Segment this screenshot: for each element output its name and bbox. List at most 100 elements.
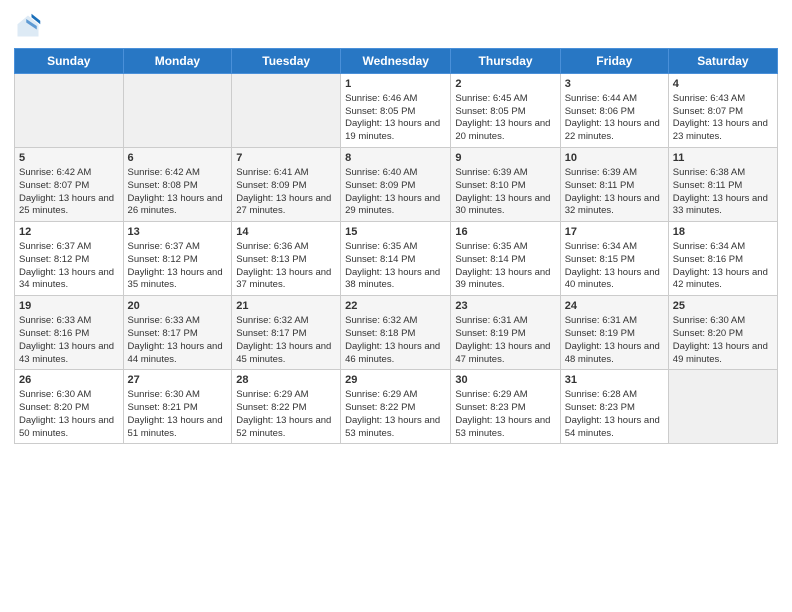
day-info: Sunrise: 6:30 AM Sunset: 8:20 PM Dayligh… (673, 315, 768, 364)
calendar-cell (668, 370, 777, 444)
calendar-cell: 25Sunrise: 6:30 AM Sunset: 8:20 PM Dayli… (668, 296, 777, 370)
header (14, 12, 778, 40)
calendar-cell (232, 74, 341, 148)
day-number: 4 (673, 77, 773, 92)
day-number: 15 (345, 225, 446, 240)
day-info: Sunrise: 6:29 AM Sunset: 8:22 PM Dayligh… (236, 389, 331, 438)
calendar-cell: 16Sunrise: 6:35 AM Sunset: 8:14 PM Dayli… (451, 222, 560, 296)
calendar-cell: 10Sunrise: 6:39 AM Sunset: 8:11 PM Dayli… (560, 148, 668, 222)
day-info: Sunrise: 6:28 AM Sunset: 8:23 PM Dayligh… (565, 389, 660, 438)
day-number: 9 (455, 151, 555, 166)
day-info: Sunrise: 6:41 AM Sunset: 8:09 PM Dayligh… (236, 167, 331, 216)
day-number: 23 (455, 299, 555, 314)
calendar-cell: 7Sunrise: 6:41 AM Sunset: 8:09 PM Daylig… (232, 148, 341, 222)
day-number: 13 (128, 225, 228, 240)
logo-icon (14, 12, 42, 40)
day-info: Sunrise: 6:34 AM Sunset: 8:16 PM Dayligh… (673, 241, 768, 290)
day-number: 27 (128, 373, 228, 388)
day-info: Sunrise: 6:32 AM Sunset: 8:17 PM Dayligh… (236, 315, 331, 364)
calendar-row-2: 12Sunrise: 6:37 AM Sunset: 8:12 PM Dayli… (15, 222, 778, 296)
day-info: Sunrise: 6:39 AM Sunset: 8:11 PM Dayligh… (565, 167, 660, 216)
calendar-cell: 6Sunrise: 6:42 AM Sunset: 8:08 PM Daylig… (123, 148, 232, 222)
day-number: 1 (345, 77, 446, 92)
day-number: 8 (345, 151, 446, 166)
day-info: Sunrise: 6:31 AM Sunset: 8:19 PM Dayligh… (565, 315, 660, 364)
calendar-cell: 22Sunrise: 6:32 AM Sunset: 8:18 PM Dayli… (341, 296, 451, 370)
day-info: Sunrise: 6:32 AM Sunset: 8:18 PM Dayligh… (345, 315, 440, 364)
calendar-cell: 31Sunrise: 6:28 AM Sunset: 8:23 PM Dayli… (560, 370, 668, 444)
calendar-cell (123, 74, 232, 148)
day-info: Sunrise: 6:46 AM Sunset: 8:05 PM Dayligh… (345, 93, 440, 142)
calendar-cell: 23Sunrise: 6:31 AM Sunset: 8:19 PM Dayli… (451, 296, 560, 370)
day-number: 20 (128, 299, 228, 314)
weekday-friday: Friday (560, 49, 668, 74)
day-number: 26 (19, 373, 119, 388)
day-info: Sunrise: 6:39 AM Sunset: 8:10 PM Dayligh… (455, 167, 550, 216)
day-number: 5 (19, 151, 119, 166)
day-info: Sunrise: 6:42 AM Sunset: 8:08 PM Dayligh… (128, 167, 223, 216)
day-info: Sunrise: 6:38 AM Sunset: 8:11 PM Dayligh… (673, 167, 768, 216)
day-number: 10 (565, 151, 664, 166)
day-number: 21 (236, 299, 336, 314)
calendar-row-1: 5Sunrise: 6:42 AM Sunset: 8:07 PM Daylig… (15, 148, 778, 222)
weekday-wednesday: Wednesday (341, 49, 451, 74)
day-info: Sunrise: 6:30 AM Sunset: 8:21 PM Dayligh… (128, 389, 223, 438)
day-number: 6 (128, 151, 228, 166)
day-number: 18 (673, 225, 773, 240)
day-info: Sunrise: 6:33 AM Sunset: 8:17 PM Dayligh… (128, 315, 223, 364)
calendar-cell: 28Sunrise: 6:29 AM Sunset: 8:22 PM Dayli… (232, 370, 341, 444)
calendar-cell: 13Sunrise: 6:37 AM Sunset: 8:12 PM Dayli… (123, 222, 232, 296)
calendar-cell: 14Sunrise: 6:36 AM Sunset: 8:13 PM Dayli… (232, 222, 341, 296)
day-number: 25 (673, 299, 773, 314)
page: SundayMondayTuesdayWednesdayThursdayFrid… (0, 0, 792, 612)
weekday-sunday: Sunday (15, 49, 124, 74)
day-info: Sunrise: 6:44 AM Sunset: 8:06 PM Dayligh… (565, 93, 660, 142)
day-info: Sunrise: 6:35 AM Sunset: 8:14 PM Dayligh… (455, 241, 550, 290)
calendar-row-3: 19Sunrise: 6:33 AM Sunset: 8:16 PM Dayli… (15, 296, 778, 370)
day-number: 28 (236, 373, 336, 388)
calendar-cell: 8Sunrise: 6:40 AM Sunset: 8:09 PM Daylig… (341, 148, 451, 222)
calendar-cell: 24Sunrise: 6:31 AM Sunset: 8:19 PM Dayli… (560, 296, 668, 370)
day-number: 3 (565, 77, 664, 92)
calendar: SundayMondayTuesdayWednesdayThursdayFrid… (14, 48, 778, 444)
calendar-row-4: 26Sunrise: 6:30 AM Sunset: 8:20 PM Dayli… (15, 370, 778, 444)
calendar-cell (15, 74, 124, 148)
day-number: 29 (345, 373, 446, 388)
weekday-thursday: Thursday (451, 49, 560, 74)
day-number: 19 (19, 299, 119, 314)
logo (14, 12, 46, 40)
calendar-cell: 17Sunrise: 6:34 AM Sunset: 8:15 PM Dayli… (560, 222, 668, 296)
day-info: Sunrise: 6:42 AM Sunset: 8:07 PM Dayligh… (19, 167, 114, 216)
calendar-cell: 30Sunrise: 6:29 AM Sunset: 8:23 PM Dayli… (451, 370, 560, 444)
calendar-cell: 26Sunrise: 6:30 AM Sunset: 8:20 PM Dayli… (15, 370, 124, 444)
day-info: Sunrise: 6:43 AM Sunset: 8:07 PM Dayligh… (673, 93, 768, 142)
calendar-cell: 12Sunrise: 6:37 AM Sunset: 8:12 PM Dayli… (15, 222, 124, 296)
day-number: 14 (236, 225, 336, 240)
day-info: Sunrise: 6:29 AM Sunset: 8:23 PM Dayligh… (455, 389, 550, 438)
calendar-cell: 1Sunrise: 6:46 AM Sunset: 8:05 PM Daylig… (341, 74, 451, 148)
calendar-cell: 18Sunrise: 6:34 AM Sunset: 8:16 PM Dayli… (668, 222, 777, 296)
calendar-cell: 2Sunrise: 6:45 AM Sunset: 8:05 PM Daylig… (451, 74, 560, 148)
day-info: Sunrise: 6:30 AM Sunset: 8:20 PM Dayligh… (19, 389, 114, 438)
day-info: Sunrise: 6:35 AM Sunset: 8:14 PM Dayligh… (345, 241, 440, 290)
day-info: Sunrise: 6:37 AM Sunset: 8:12 PM Dayligh… (19, 241, 114, 290)
day-info: Sunrise: 6:45 AM Sunset: 8:05 PM Dayligh… (455, 93, 550, 142)
calendar-cell: 21Sunrise: 6:32 AM Sunset: 8:17 PM Dayli… (232, 296, 341, 370)
day-number: 17 (565, 225, 664, 240)
day-number: 22 (345, 299, 446, 314)
weekday-tuesday: Tuesday (232, 49, 341, 74)
calendar-cell: 5Sunrise: 6:42 AM Sunset: 8:07 PM Daylig… (15, 148, 124, 222)
calendar-cell: 11Sunrise: 6:38 AM Sunset: 8:11 PM Dayli… (668, 148, 777, 222)
day-number: 12 (19, 225, 119, 240)
calendar-row-0: 1Sunrise: 6:46 AM Sunset: 8:05 PM Daylig… (15, 74, 778, 148)
calendar-cell: 19Sunrise: 6:33 AM Sunset: 8:16 PM Dayli… (15, 296, 124, 370)
day-info: Sunrise: 6:36 AM Sunset: 8:13 PM Dayligh… (236, 241, 331, 290)
calendar-cell: 27Sunrise: 6:30 AM Sunset: 8:21 PM Dayli… (123, 370, 232, 444)
day-info: Sunrise: 6:31 AM Sunset: 8:19 PM Dayligh… (455, 315, 550, 364)
calendar-cell: 20Sunrise: 6:33 AM Sunset: 8:17 PM Dayli… (123, 296, 232, 370)
calendar-cell: 3Sunrise: 6:44 AM Sunset: 8:06 PM Daylig… (560, 74, 668, 148)
calendar-cell: 9Sunrise: 6:39 AM Sunset: 8:10 PM Daylig… (451, 148, 560, 222)
day-info: Sunrise: 6:29 AM Sunset: 8:22 PM Dayligh… (345, 389, 440, 438)
weekday-saturday: Saturday (668, 49, 777, 74)
day-number: 30 (455, 373, 555, 388)
